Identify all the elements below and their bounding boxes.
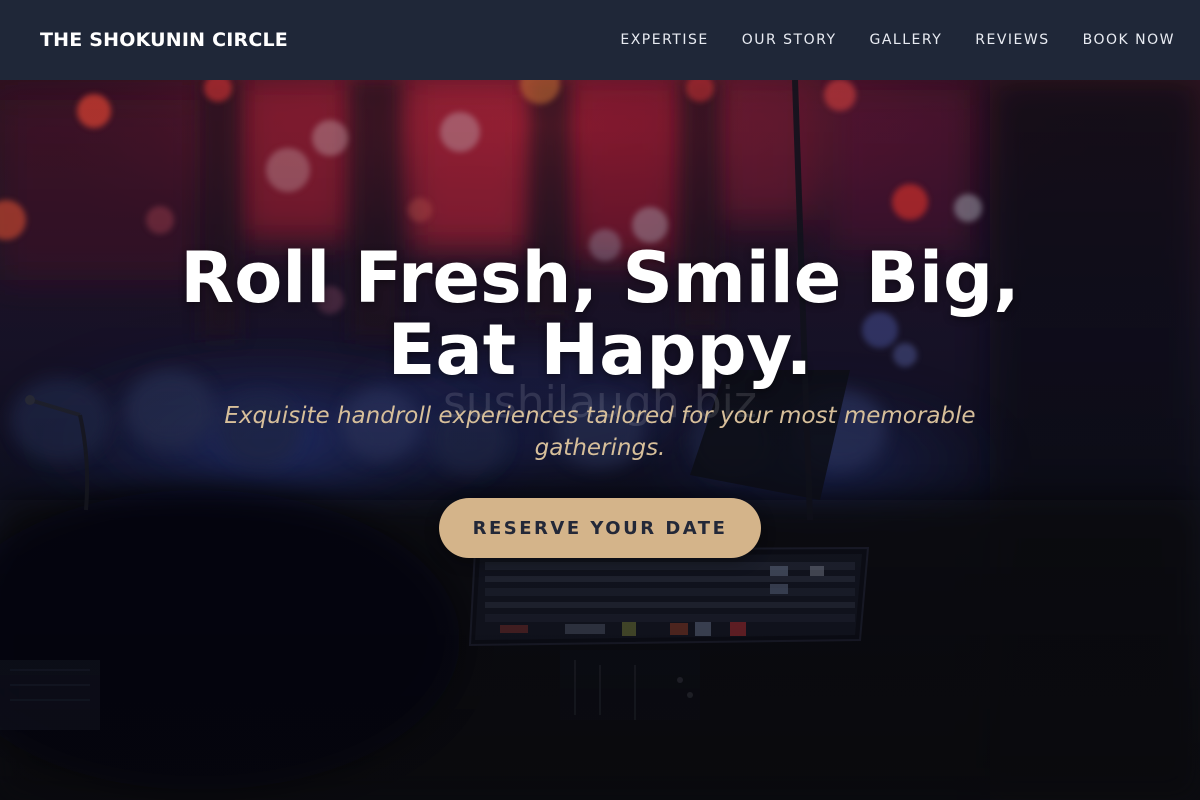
hero-subtitle: Exquisite handroll experiences tailored … — [224, 403, 976, 461]
nav-link-gallery[interactable]: GALLERY — [870, 32, 943, 48]
hero-content: Roll Fresh, Smile Big, Eat Happy. sushil… — [0, 80, 1200, 800]
hero-title: Roll Fresh, Smile Big, Eat Happy. — [100, 242, 1100, 386]
nav-links: EXPERTISE OUR STORY GALLERY REVIEWS BOOK… — [587, 32, 1175, 48]
nav-link-expertise[interactable]: EXPERTISE — [620, 32, 708, 48]
hero-title-line-1: Roll Fresh, Smile Big, — [180, 237, 1020, 319]
hero-section: Roll Fresh, Smile Big, Eat Happy. sushil… — [0, 80, 1200, 800]
nav-link-our-story[interactable]: OUR STORY — [742, 32, 837, 48]
nav-link-reviews[interactable]: REVIEWS — [975, 32, 1049, 48]
top-navbar: THE SHOKUNIN CIRCLE EXPERTISE OUR STORY … — [0, 0, 1200, 80]
nav-link-book-now[interactable]: BOOK NOW — [1083, 32, 1175, 48]
hero-title-line-2: Eat Happy. — [387, 309, 813, 391]
reserve-your-date-button[interactable]: RESERVE YOUR DATE — [439, 498, 761, 558]
brand-logo-text[interactable]: THE SHOKUNIN CIRCLE — [40, 29, 288, 51]
